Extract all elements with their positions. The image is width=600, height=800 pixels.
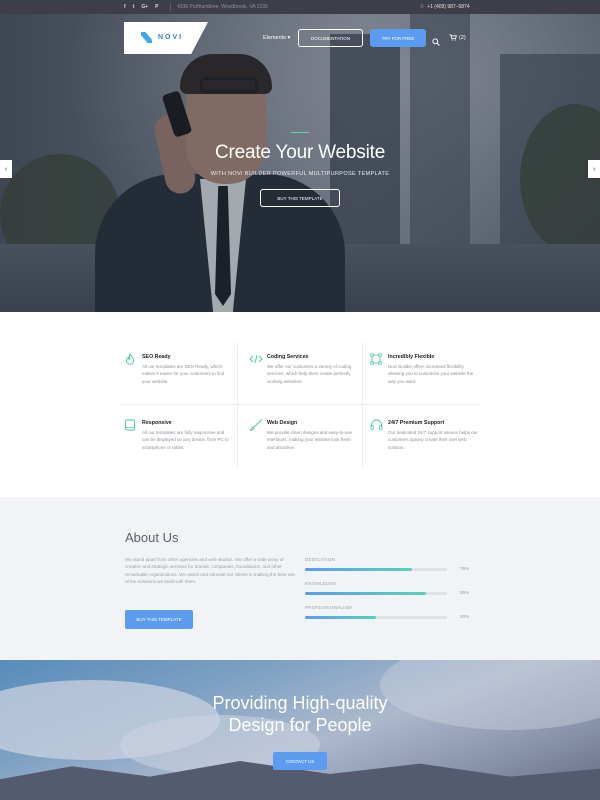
cart-icon [449,34,457,41]
feature-description: We offer our customers a variety of codi… [267,364,352,384]
feature-title: Incredibly Flexible [388,354,435,360]
cta-title: Providing High-quality Design for People [0,692,600,736]
skill-percent: 85% [460,590,470,595]
cta-title-line: Providing High-quality [212,693,388,713]
slider-next-arrow[interactable]: › [588,160,600,178]
social-links: f t G+ P [124,4,159,10]
nav-elements-dropdown[interactable]: Elements ▾ [263,35,290,41]
chevron-down-icon: ▾ [287,35,291,41]
skill-label: PROFESSIONALISM [305,605,352,610]
google-plus-icon[interactable]: G+ [141,4,148,10]
about-text: We stand apart from other agencies and w… [125,557,295,584]
features-section: SEO Ready All our templates are SEO Read… [0,312,600,497]
vector-square-icon [370,352,382,365]
tablet-icon [124,418,136,431]
pinterest-icon[interactable]: P [155,4,158,10]
skill-percent: 75% [460,566,470,571]
try-for-free-button[interactable]: TRY FOR FREE [370,29,426,47]
progress-track [305,592,447,595]
top-bar: f t G+ P 4336 Purthumbree, Woodbrook, VA… [0,0,600,14]
skill-percent: 50% [460,614,470,619]
brush-icon [249,418,263,432]
facebook-icon[interactable]: f [124,4,126,10]
feature-title: Web Design [267,420,298,426]
feature-title: 24/7 Premium Support [388,420,445,426]
about-title: About Us [125,530,179,545]
feature-description: All our templates are fully responsive a… [142,430,229,450]
code-icon [249,352,263,364]
address-text: 4336 Purthumbree, Woodbrook, VA 2235 [177,4,268,10]
logo-mark-icon [141,32,152,43]
feature-description: We provide clean designs and easy-to-use… [267,430,352,450]
logo-text: NOVI [158,34,184,41]
skill-label: KNOWLEDGE [305,581,337,586]
phone-icon: ✆ [420,4,425,10]
cart-button[interactable]: (2) [449,34,466,41]
feature-title: SEO Ready [142,354,171,360]
buy-template-button[interactable]: BUY THIS TEMPLATE [260,189,340,207]
progress-fill [305,616,376,619]
feature-card: Incredibly Flexible Novi Builder offers … [366,348,484,410]
feature-title: Responsive [142,420,172,426]
feature-card: Responsive All our templates are fully r… [120,414,238,476]
feature-card: Web Design We provide clean designs and … [245,414,363,476]
feature-card: 24/7 Premium Support Our dedicated 24/7 … [366,414,484,476]
hero-subtitle: WITH NOVI BUILDER POWERFUL MULTIPURPOSE … [210,171,390,177]
contact-us-button[interactable]: CONTACT US [273,752,327,770]
skill-progress: PROFESSIONALISM 50% [305,605,475,625]
feature-description: Our dedicated 24/7 support service helps… [388,430,478,450]
topbar-divider [170,3,171,11]
twitter-icon[interactable]: t [133,4,135,10]
about-buy-template-button[interactable]: BUY THIS TEMPLATE [125,610,193,629]
feature-card: Coding Services We offer our customers a… [245,348,363,410]
feature-title: Coding Services [267,354,309,360]
skill-label: DEDICATION [305,557,335,562]
phone-link[interactable]: ✆ +1 (409) 987–5874 [420,4,470,10]
phone-number: +1 (409) 987–5874 [427,4,470,10]
cart-count: (2) [459,34,466,41]
nav-elements-label: Elements [263,35,286,41]
skill-progress: KNOWLEDGE 85% [305,581,475,601]
hero-slider: Create Your Website WITH NOVI BUILDER PO… [0,14,600,312]
cta-title-line: Design for People [228,715,372,735]
progress-track [305,616,447,619]
progress-fill [305,592,426,595]
flame-icon [124,352,136,365]
chevron-right-icon: › [592,165,596,173]
progress-track [305,568,447,571]
hero-title: Create Your Website [214,142,386,163]
feature-description: All our templates are SEO Ready, which m… [142,364,225,384]
search-icon[interactable] [432,33,440,46]
hero-accent-line [291,132,309,133]
slider-prev-arrow[interactable]: ‹ [0,160,12,178]
chevron-left-icon: ‹ [4,165,8,173]
about-section: About Us We stand apart from other agenc… [0,497,600,660]
headset-icon [370,418,383,430]
feature-description: Novi Builder offers increased flexibilit… [388,364,474,384]
cta-section: Providing High-quality Design for People… [0,660,600,800]
documentation-button[interactable]: DOCUMENTATION [298,29,363,47]
progress-fill [305,568,412,571]
skill-progress: DEDICATION 75% [305,557,475,577]
feature-card: SEO Ready All our templates are SEO Read… [120,348,238,410]
